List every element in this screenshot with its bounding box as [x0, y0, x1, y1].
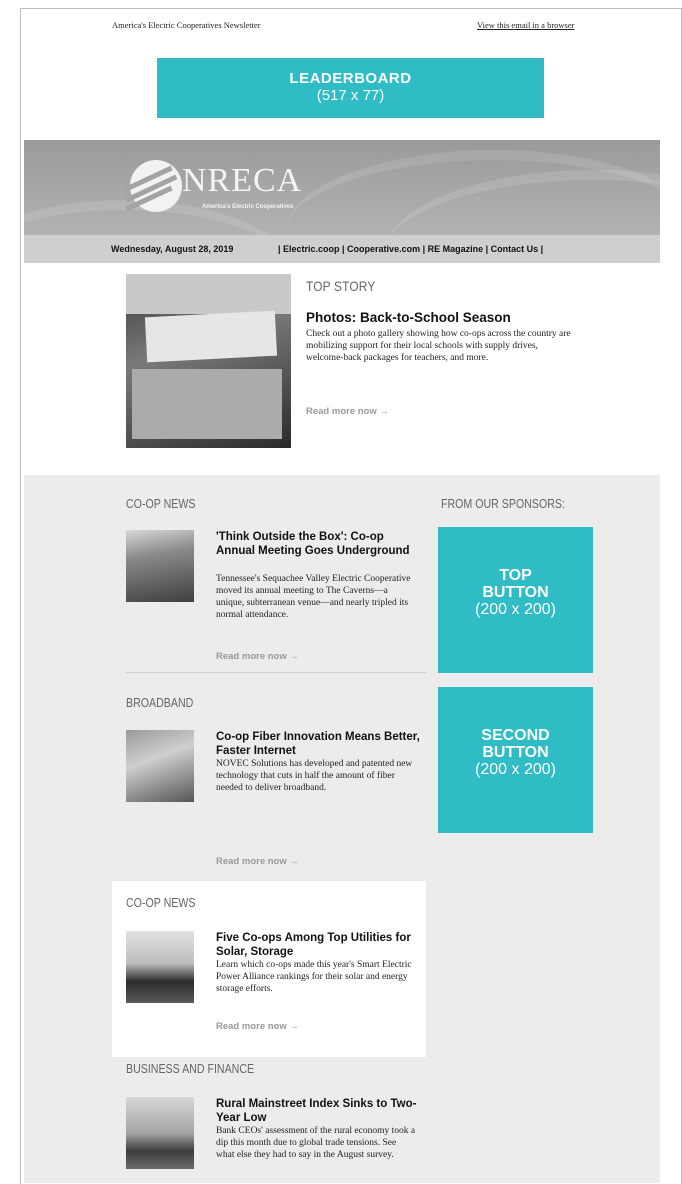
image-bus [126, 274, 291, 314]
ad-line: TOP [499, 567, 532, 584]
ad-size: (200 x 200) [475, 761, 556, 778]
image-boxes [132, 369, 282, 439]
read-more-link[interactable]: Read more now → [216, 856, 299, 867]
ad-line: BUTTON [482, 584, 549, 601]
article-thumbnail[interactable] [126, 931, 194, 1003]
ad-line: BUTTON [482, 744, 549, 761]
article-thumbnail[interactable] [126, 1097, 194, 1169]
article-title[interactable]: Co-op Fiber Innovation Means Better, Fas… [216, 730, 421, 758]
article-title[interactable]: 'Think Outside the Box': Co-op Annual Me… [216, 530, 421, 558]
section-heading: BROADBAND [126, 696, 194, 710]
article-body: Learn which co-ops made this year's Smar… [216, 960, 412, 994]
masthead-banner: NRECA America's Electric Cooperatives [24, 140, 660, 235]
article-thumbnail[interactable] [126, 530, 194, 602]
preheader-text: America's Electric Cooperatives Newslett… [112, 20, 261, 30]
top-button-ad[interactable]: TOP BUTTON (200 x 200) [438, 527, 593, 673]
header-links[interactable]: | Electric.coop | Cooperative.com | RE M… [278, 244, 543, 254]
article-thumbnail[interactable] [126, 730, 194, 802]
second-button-ad[interactable]: SECOND BUTTON (200 x 200) [438, 687, 593, 833]
read-more-link[interactable]: Read more now → [216, 651, 299, 662]
image-sign [144, 310, 278, 363]
view-in-browser-link[interactable]: View this email in a browser [477, 20, 574, 30]
sponsors-heading: FROM OUR SPONSORS: [441, 497, 565, 511]
leaderboard-title: LEADERBOARD [289, 70, 412, 87]
article-body: Tennessee's Sequachee Valley Electric Co… [216, 574, 411, 620]
read-more-link[interactable]: Read more now → [216, 1021, 299, 1032]
logo-tagline: America's Electric Cooperatives [202, 204, 294, 210]
leaderboard-size: (517 x 77) [316, 87, 385, 104]
top-story-body: Check out a photo gallery showing how co… [306, 329, 571, 363]
top-story-image[interactable] [126, 274, 291, 448]
section-heading: BUSINESS AND FINANCE [126, 1062, 255, 1076]
section-heading: CO-OP NEWS [126, 896, 196, 910]
article-title[interactable]: Rural Mainstreet Index Sinks to Two-Year… [216, 1097, 421, 1125]
logo-wordmark: NRECA [182, 162, 303, 199]
section-heading: CO-OP NEWS [126, 497, 196, 511]
ad-size: (200 x 200) [475, 601, 556, 618]
article-body: NOVEC Solutions has developed and patent… [216, 759, 413, 793]
ad-line: SECOND [481, 727, 550, 744]
dateline-bar: Wednesday, August 28, 2019 | Electric.co… [24, 235, 660, 263]
section-divider [126, 672, 426, 673]
top-story-title[interactable]: Photos: Back-to-School Season [306, 310, 511, 325]
leaderboard-ad[interactable]: LEADERBOARD (517 x 77) [157, 58, 544, 118]
issue-date: Wednesday, August 28, 2019 [111, 244, 234, 254]
top-story-read-more-link[interactable]: Read more now → [306, 406, 389, 417]
article-body: Bank CEOs' assessment of the rural econo… [216, 1126, 416, 1160]
top-story-label: TOP STORY [306, 278, 376, 294]
article-title[interactable]: Five Co-ops Among Top Utilities for Sola… [216, 931, 421, 959]
